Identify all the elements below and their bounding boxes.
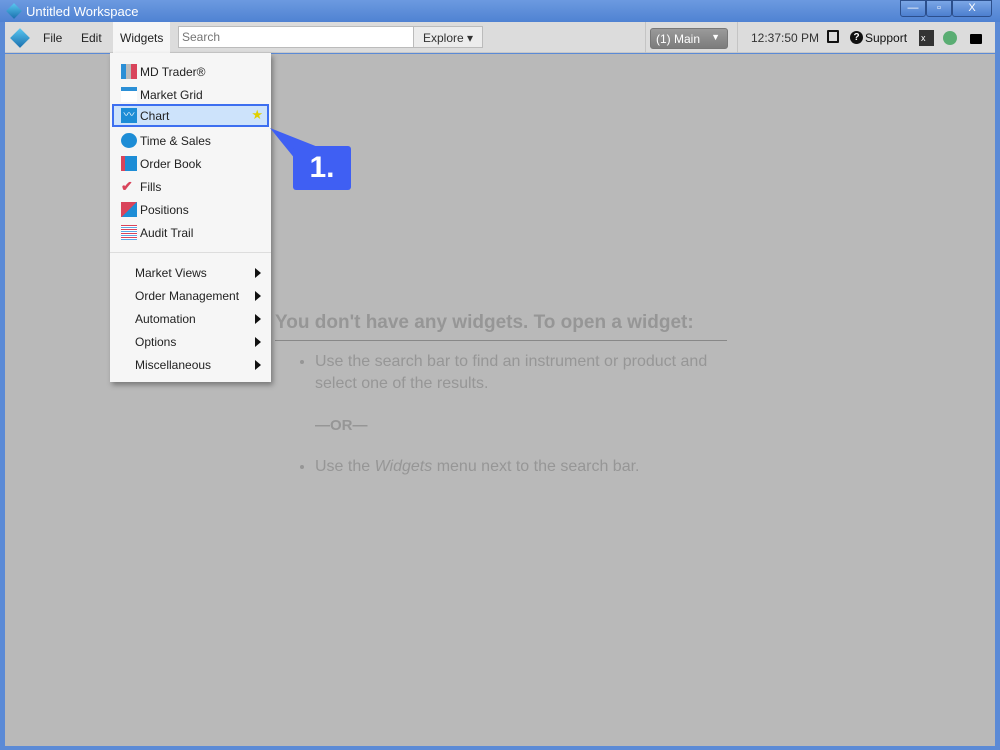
empty-state-bullet: Use the search bar to find an instrument… — [315, 351, 727, 395]
label: Audit Trail — [140, 226, 194, 240]
workspace-select[interactable]: (1) Main ▼ — [650, 28, 728, 49]
label: Automation — [135, 312, 196, 326]
toolbar: File Edit Widgets Explore ▾ (1) Main ▼ 12… — [5, 22, 995, 53]
menu-item-market-grid[interactable]: Market Grid — [112, 83, 269, 106]
empty-state-bullet: Use the Widgets menu next to the search … — [315, 456, 727, 478]
submenu-market-views[interactable]: Market Views — [110, 261, 271, 284]
menu-widgets[interactable]: Widgets — [113, 22, 171, 53]
help-icon[interactable]: ? — [850, 31, 863, 44]
restore-button[interactable]: ▫ — [926, 0, 952, 17]
clock: 12:37:50 PM — [751, 31, 820, 45]
tt-logo-icon[interactable] — [10, 28, 30, 48]
submenu-order-management[interactable]: Order Management — [110, 284, 271, 307]
excel-icon[interactable]: x — [919, 30, 934, 46]
connection-status-icon — [943, 31, 957, 45]
divider — [737, 22, 738, 53]
submenu-miscellaneous[interactable]: Miscellaneous — [110, 353, 271, 376]
label: Options — [135, 335, 177, 349]
chevron-right-icon — [255, 291, 261, 301]
label: MD Trader® — [140, 65, 206, 79]
search-input[interactable] — [178, 26, 414, 48]
title-bar: Untitled Workspace — ▫ X — [0, 0, 1000, 22]
chevron-right-icon — [255, 360, 261, 370]
chevron-down-icon: ▼ — [711, 32, 720, 42]
label: Miscellaneous — [135, 358, 212, 372]
menu-item-positions[interactable]: Positions — [112, 198, 269, 221]
menu-item-fills[interactable]: ✔ Fills — [112, 175, 269, 198]
support-link[interactable]: Support — [865, 31, 907, 45]
explore-button[interactable]: Explore ▾ — [413, 26, 483, 48]
menu-item-md-trader[interactable]: MD Trader® — [112, 60, 269, 83]
menu-item-chart[interactable]: 〰 Chart ★ — [112, 104, 269, 127]
widgets-dropdown: MD Trader® Market Grid 〰 Chart ★ Time & Sa… — [110, 53, 271, 382]
step-callout: 1. — [293, 146, 351, 190]
menu-item-audit-trail[interactable]: Audit Trail — [112, 221, 269, 244]
label: Chart — [140, 109, 170, 123]
label: Time & Sales — [140, 134, 211, 148]
chevron-right-icon — [255, 314, 261, 324]
save-icon[interactable] — [827, 30, 839, 43]
clock-icon — [121, 133, 137, 148]
label: Fills — [140, 180, 162, 194]
chevron-right-icon — [255, 268, 261, 278]
text-emphasis: Widgets — [374, 458, 433, 475]
lock-icon[interactable] — [970, 34, 982, 44]
positions-icon — [121, 202, 137, 217]
menu-item-order-book[interactable]: Order Book — [112, 152, 269, 175]
minimize-button[interactable]: — — [900, 0, 926, 17]
empty-state-message: You don't have any widgets. To open a wi… — [275, 312, 727, 478]
submenu-automation[interactable]: Automation — [110, 307, 271, 330]
audit-trail-icon — [121, 225, 137, 240]
window-title: Untitled Workspace — [26, 4, 139, 19]
or-separator: —OR— — [315, 417, 368, 434]
label: Order Book — [140, 157, 202, 171]
empty-state-heading: You don't have any widgets. To open a wi… — [275, 312, 727, 341]
market-grid-icon — [121, 87, 137, 102]
close-button[interactable]: X — [952, 0, 992, 17]
menu-edit[interactable]: Edit — [81, 31, 102, 45]
text: Use the — [315, 458, 375, 475]
label: Order Management — [135, 289, 240, 303]
menu-file[interactable]: File — [43, 31, 62, 45]
book-icon — [121, 156, 137, 171]
favorite-star-icon[interactable]: ★ — [251, 107, 263, 123]
menu-item-time-sales[interactable]: Time & Sales — [112, 129, 269, 152]
label: Market Grid — [140, 88, 203, 102]
divider — [645, 22, 646, 53]
chevron-right-icon — [255, 337, 261, 347]
app-logo-icon — [6, 3, 22, 19]
chart-icon: 〰 — [121, 108, 137, 123]
workspace-select-value: (1) Main — [656, 32, 701, 46]
md-trader-icon — [121, 64, 137, 79]
label: Market Views — [135, 266, 207, 280]
label: Positions — [140, 203, 189, 217]
check-icon: ✔ — [121, 178, 133, 194]
menu-divider — [110, 252, 271, 253]
text: menu next to the search bar. — [432, 458, 640, 475]
submenu-options[interactable]: Options — [110, 330, 271, 353]
